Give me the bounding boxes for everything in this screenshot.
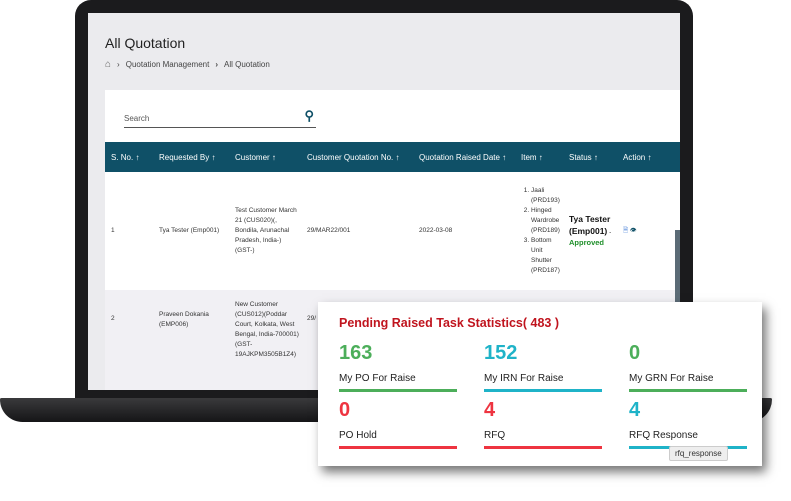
stat-po-hold[interactable]: 0 PO Hold (339, 399, 457, 449)
search-placeholder: Search (124, 114, 150, 123)
tooltip: rfq_response (669, 446, 728, 461)
stat-label: My GRN For Raise (629, 373, 714, 384)
stat-value: 4 (629, 399, 641, 421)
cell-customer: New Customer (CUS012)(Poddar Court, Kolk… (229, 290, 301, 390)
stat-bar (339, 389, 457, 392)
col-action[interactable]: Action ↑ (617, 142, 680, 172)
cell-requested-by: Praveen Dokania (EMP006) (153, 290, 229, 390)
table-row: 1 Tya Tester (Emp001) Test Customer Marc… (105, 172, 680, 290)
breadcrumb-item: All Quotation (224, 60, 270, 69)
stats-card: Pending Raised Task Statistics( 483 ) 16… (318, 302, 762, 466)
eye-icon[interactable]: 👁 (630, 227, 637, 234)
stat-my-irn-for-raise[interactable]: 152 My IRN For Raise (484, 342, 602, 392)
stat-label: RFQ Response (629, 430, 698, 441)
cell-requested-by: Tya Tester (Emp001) (153, 172, 229, 290)
cell-items: Jaali (PRD193)Hinged Wardrobe (PRD189)Bo… (515, 172, 563, 290)
table-header: S. No. ↑ Requested By ↑ Customer ↑ Custo… (105, 142, 680, 172)
cell-sno: 2 (105, 290, 153, 390)
breadcrumb-item[interactable]: Quotation Management (126, 60, 210, 69)
col-date[interactable]: Quotation Raised Date ↑ (413, 142, 515, 172)
stat-my-grn-for-raise[interactable]: 0 My GRN For Raise (629, 342, 747, 392)
stat-value: 0 (629, 342, 641, 364)
stat-value: 0 (339, 399, 351, 421)
stat-label: My IRN For Raise (484, 373, 564, 384)
pdf-icon[interactable]: 🗎 (623, 227, 628, 234)
search-input[interactable]: Search ⚲ (124, 108, 316, 128)
stat-my-po-for-raise[interactable]: 163 My PO For Raise (339, 342, 457, 392)
cell-date: 2022-03-08 (413, 172, 515, 290)
search-icon[interactable]: ⚲ (304, 108, 314, 124)
cell-action: 🗎 👁 (617, 172, 680, 290)
page-title: All Quotation (105, 35, 186, 51)
col-status[interactable]: Status ↑ (563, 142, 617, 172)
stat-label: My PO For Raise (339, 373, 416, 384)
stat-value: 163 (339, 342, 373, 364)
stat-bar (339, 446, 457, 449)
stat-label: RFQ (484, 430, 506, 441)
col-customer[interactable]: Customer ↑ (229, 142, 301, 172)
stat-rfq[interactable]: 4 RFQ (484, 399, 602, 449)
stat-bar (629, 389, 747, 392)
cell-quotation-no: 29/MAR22/001 (301, 172, 413, 290)
col-sno[interactable]: S. No. ↑ (105, 142, 153, 172)
stat-bar (484, 446, 602, 449)
chevron-right-icon: › (215, 60, 218, 69)
col-requested-by[interactable]: Requested By ↑ (153, 142, 229, 172)
home-icon[interactable]: ⌂ (105, 59, 111, 70)
cell-customer: Test Customer March 21 (CUS020)(, Bondil… (229, 172, 301, 290)
stat-value: 152 (484, 342, 518, 364)
col-item[interactable]: Item ↑ (515, 142, 563, 172)
stat-label: PO Hold (339, 430, 377, 441)
breadcrumb: ⌂ › Quotation Management › All Quotation (105, 59, 270, 70)
stat-value: 4 (484, 399, 496, 421)
stats-title: Pending Raised Task Statistics( 483 ) (339, 316, 559, 330)
cell-sno: 1 (105, 172, 153, 290)
cell-status: Tya Tester (Emp001) - Approved (563, 172, 617, 290)
stat-bar (484, 389, 602, 392)
stat-rfq-response[interactable]: 4 RFQ Response (629, 399, 747, 449)
col-quotation-no[interactable]: Customer Quotation No. ↑ (301, 142, 413, 172)
chevron-right-icon: › (117, 60, 120, 69)
